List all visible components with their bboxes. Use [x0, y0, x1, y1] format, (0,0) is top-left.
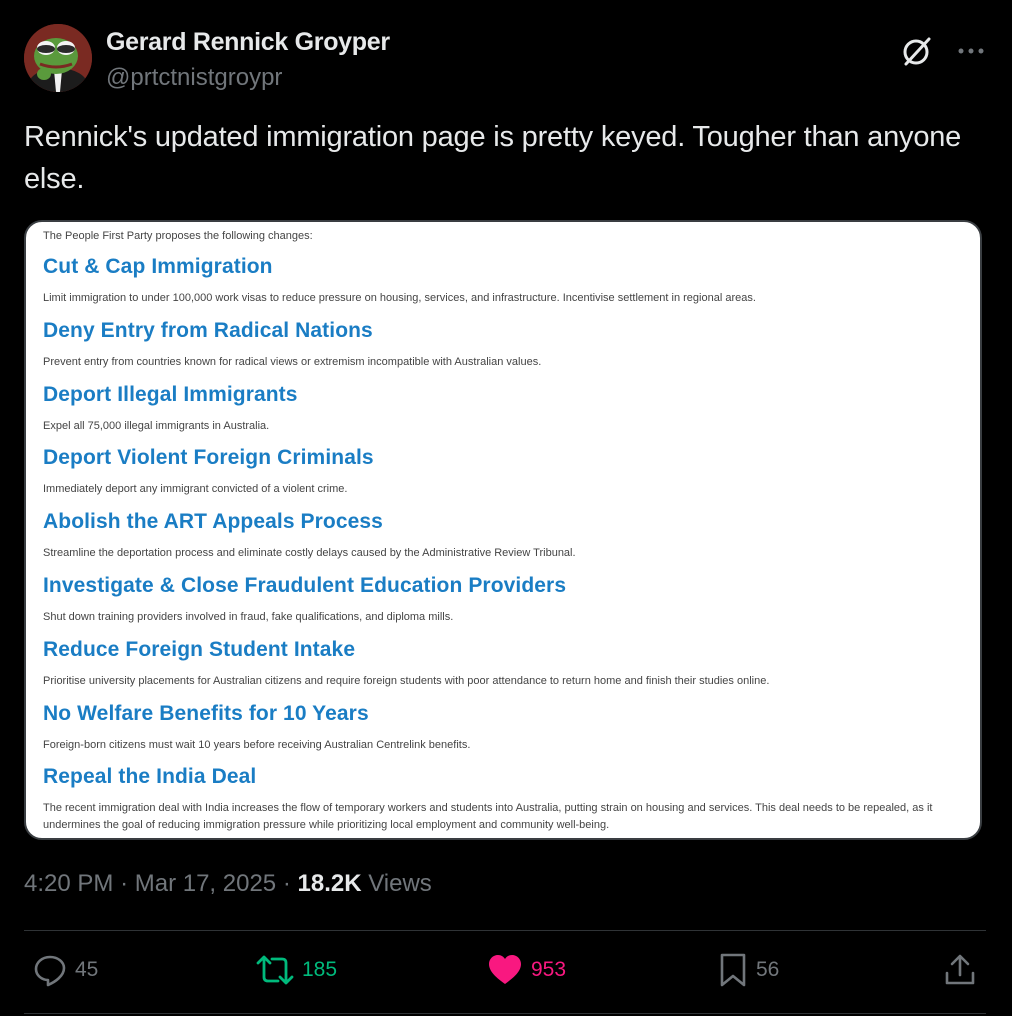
policy-item: Deport Illegal Immigrants Expel all 75,0…: [43, 382, 973, 435]
meta-separator: ·: [282, 870, 291, 897]
divider: [24, 1013, 986, 1014]
share-button[interactable]: [944, 952, 976, 988]
policy-description: Prevent entry from countries known for r…: [43, 356, 542, 368]
tweet-meta: 4:20 PM · Mar 17, 2025 · 18.2K Views: [24, 870, 432, 898]
policy-description: Streamline the deportation process and e…: [43, 547, 576, 559]
grok-icon[interactable]: [900, 34, 934, 68]
heart-icon: [489, 955, 521, 984]
policy-heading: Cut & Cap Immigration: [43, 255, 273, 278]
tweet-media-image[interactable]: The People First Party proposes the foll…: [24, 220, 982, 840]
tweet-date[interactable]: Mar 17, 2025: [135, 870, 276, 897]
retweet-count: 185: [302, 958, 338, 981]
policy-description: Foreign-born citizens must wait 10 years…: [43, 739, 471, 751]
policy-item: No Welfare Benefits for 10 Years Foreign…: [43, 701, 973, 754]
policy-heading: Repeal the India Deal: [43, 765, 257, 788]
policy-heading: Investigate & Close Fraudulent Education…: [43, 574, 567, 597]
policy-heading: No Welfare Benefits for 10 Years: [43, 702, 369, 725]
policy-item: Cut & Cap Immigration Limit immigration …: [43, 254, 973, 307]
more-icon[interactable]: [956, 38, 986, 64]
tweet-header: Gerard Rennick Groyper @prtctnistgroypr: [24, 24, 988, 94]
reply-count: 45: [75, 958, 99, 981]
policy-description: Limit immigration to under 100,000 work …: [43, 292, 756, 304]
user-handle[interactable]: @prtctnistgroypr: [106, 64, 282, 92]
policy-description: Immediately deport any immigrant convict…: [43, 483, 348, 495]
like-count: 953: [531, 958, 567, 981]
policy-item: Investigate & Close Fraudulent Education…: [43, 573, 973, 626]
policy-item: Deport Violent Foreign Criminals Immedia…: [43, 445, 973, 498]
policy-heading: Deport Violent Foreign Criminals: [43, 446, 374, 469]
bookmark-count: 56: [756, 958, 780, 981]
avatar[interactable]: [24, 24, 92, 92]
share-icon: [945, 954, 975, 985]
policy-description: Prioritise university placements for Aus…: [43, 675, 770, 687]
policy-item: Reduce Foreign Student Intake Prioritise…: [43, 637, 973, 690]
policy-item: Deny Entry from Radical Nations Prevent …: [43, 318, 973, 371]
bookmark-icon: [720, 953, 746, 987]
frog-avatar-icon: [24, 24, 92, 92]
policy-description: Shut down training providers involved in…: [43, 611, 454, 623]
policy-heading: Deny Entry from Radical Nations: [43, 319, 373, 342]
policy-intro: The People First Party proposes the foll…: [43, 230, 313, 242]
views-count: 18.2K: [297, 870, 362, 897]
policy-item: Repeal the India Deal The recent immigra…: [43, 764, 973, 834]
display-name[interactable]: Gerard Rennick Groyper: [106, 28, 390, 57]
policy-heading: Deport Illegal Immigrants: [43, 383, 298, 406]
policy-heading: Reduce Foreign Student Intake: [43, 638, 356, 661]
policy-item: Abolish the ART Appeals Process Streamli…: [43, 509, 973, 562]
retweet-icon: [256, 955, 294, 985]
divider: [24, 930, 986, 931]
meta-separator: ·: [120, 870, 129, 897]
tweet-text: Rennick's updated immigration page is pr…: [24, 121, 962, 195]
reply-icon: [34, 955, 66, 987]
views-label: Views: [368, 870, 432, 897]
like-button[interactable]: 953: [487, 952, 566, 988]
tweet-time[interactable]: 4:20 PM: [24, 870, 113, 897]
policy-description: Expel all 75,000 illegal immigrants in A…: [43, 420, 270, 432]
retweet-button[interactable]: 185: [256, 952, 337, 988]
policy-description: The recent immigration deal with India i…: [43, 802, 933, 831]
reply-button[interactable]: 45: [33, 952, 98, 988]
policy-heading: Abolish the ART Appeals Process: [43, 510, 383, 533]
bookmark-button[interactable]: 56: [718, 952, 779, 988]
